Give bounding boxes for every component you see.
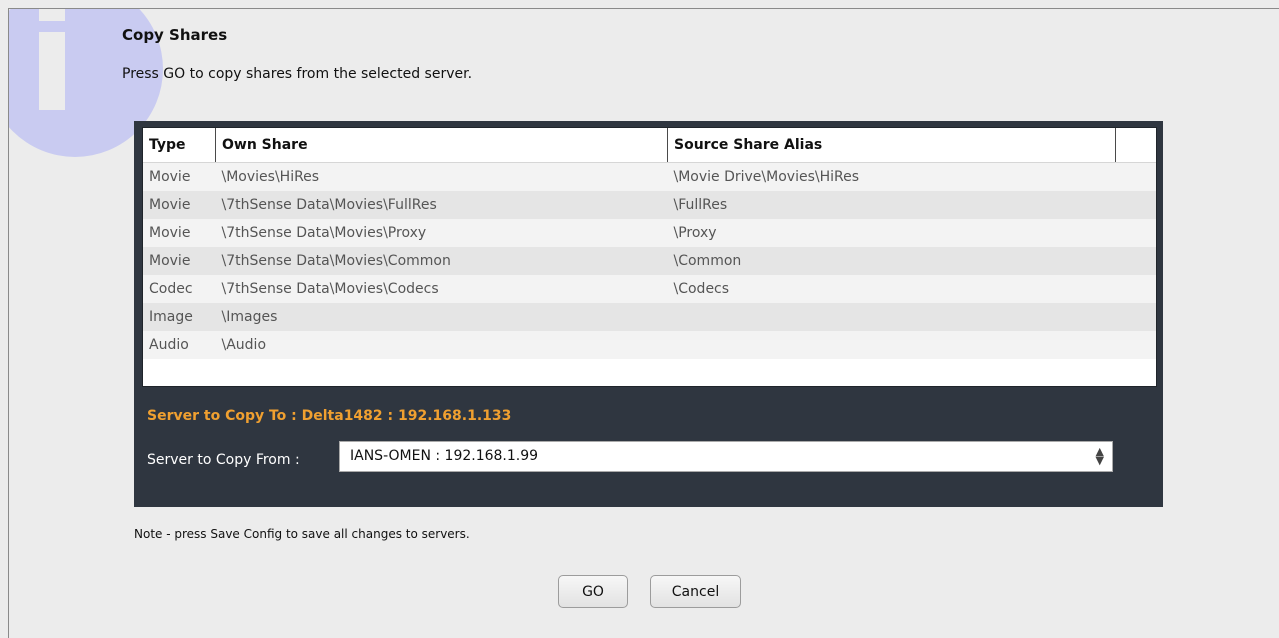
cell-extra (1115, 219, 1156, 247)
cell-own-share: \7thSense Data\Movies\Proxy (215, 219, 668, 247)
cell-extra (1115, 191, 1156, 219)
cell-source-alias: \Common (667, 247, 1116, 275)
table-header-row: Type Own Share Source Share Alias (143, 128, 1156, 163)
shares-table: Type Own Share Source Share Alias Movie … (143, 128, 1156, 359)
table-row[interactable]: Audio \Audio (143, 331, 1156, 359)
server-copy-from-select[interactable]: IANS-OMEN : 192.168.1.99 ▲ ▼ (339, 441, 1113, 472)
cell-source-alias: \Codecs (667, 275, 1116, 303)
cell-own-share: \Images (215, 303, 668, 331)
cell-type: Movie (143, 162, 216, 191)
cell-extra (1115, 162, 1156, 191)
server-copy-from-value: IANS-OMEN : 192.168.1.99 (350, 448, 539, 464)
cancel-button[interactable]: Cancel (650, 575, 741, 608)
column-header-source-share-alias[interactable]: Source Share Alias (667, 128, 1116, 163)
shares-table-container: Type Own Share Source Share Alias Movie … (142, 127, 1157, 387)
cell-type: Image (143, 303, 216, 331)
cell-own-share: \Movies\HiRes (215, 162, 668, 191)
server-copy-to-label: Server to Copy To : Delta1482 : 192.168.… (147, 408, 512, 424)
save-config-note: Note - press Save Config to save all cha… (134, 527, 470, 541)
cell-own-share: \7thSense Data\Movies\Common (215, 247, 668, 275)
table-row[interactable]: Codec \7thSense Data\Movies\Codecs \Code… (143, 275, 1156, 303)
column-header-extra (1115, 128, 1156, 163)
cell-type: Movie (143, 247, 216, 275)
cell-source-alias (667, 303, 1116, 331)
up-down-chevron-icon: ▲ ▼ (1095, 445, 1104, 467)
cell-extra (1115, 303, 1156, 331)
cell-type: Audio (143, 331, 216, 359)
cell-extra (1115, 331, 1156, 359)
dialog-title: Copy Shares (122, 26, 228, 44)
copy-shares-dialog: Copy Shares Press GO to copy shares from… (8, 8, 1279, 638)
cell-own-share: \7thSense Data\Movies\FullRes (215, 191, 668, 219)
cell-type: Codec (143, 275, 216, 303)
column-header-type[interactable]: Type (143, 128, 216, 163)
cell-type: Movie (143, 219, 216, 247)
cell-own-share: \7thSense Data\Movies\Codecs (215, 275, 668, 303)
dialog-subtitle: Press GO to copy shares from the selecte… (122, 66, 473, 82)
table-row[interactable]: Movie \7thSense Data\Movies\Common \Comm… (143, 247, 1156, 275)
cell-extra (1115, 247, 1156, 275)
cell-source-alias (667, 331, 1116, 359)
cell-type: Movie (143, 191, 216, 219)
table-row[interactable]: Movie \Movies\HiRes \Movie Drive\Movies\… (143, 162, 1156, 191)
table-row[interactable]: Movie \7thSense Data\Movies\FullRes \Ful… (143, 191, 1156, 219)
table-row[interactable]: Image \Images (143, 303, 1156, 331)
shares-panel: Type Own Share Source Share Alias Movie … (134, 121, 1163, 507)
table-row[interactable]: Movie \7thSense Data\Movies\Proxy \Proxy (143, 219, 1156, 247)
cell-own-share: \Audio (215, 331, 668, 359)
cell-extra (1115, 275, 1156, 303)
cell-source-alias: \FullRes (667, 191, 1116, 219)
column-header-own-share[interactable]: Own Share (215, 128, 668, 163)
go-button[interactable]: GO (558, 575, 628, 608)
server-copy-from-label: Server to Copy From : (147, 452, 300, 468)
cell-source-alias: \Movie Drive\Movies\HiRes (667, 162, 1116, 191)
cell-source-alias: \Proxy (667, 219, 1116, 247)
